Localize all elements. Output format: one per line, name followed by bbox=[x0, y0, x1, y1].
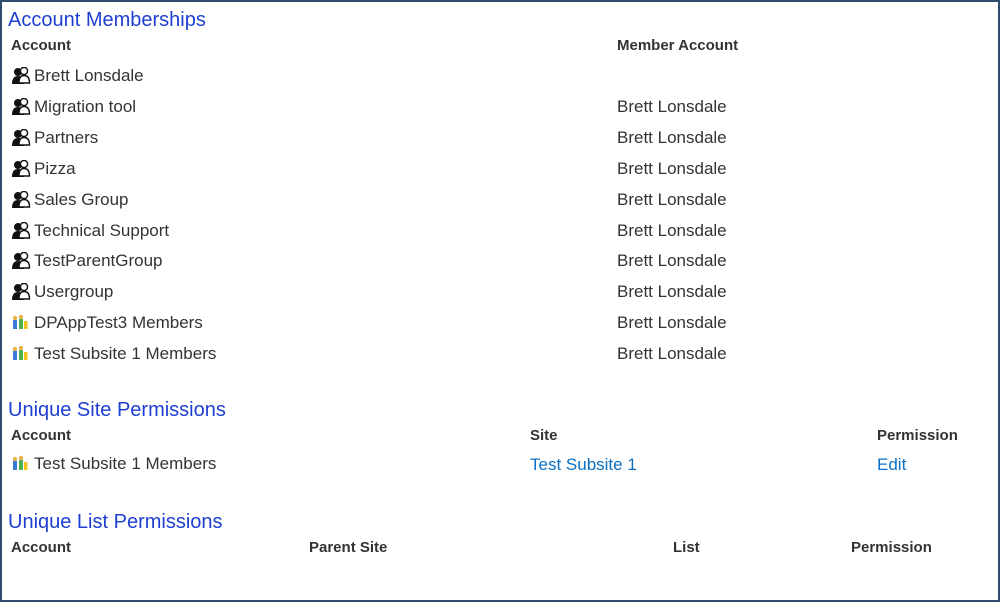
table-row-account: Partners bbox=[11, 127, 98, 149]
user-group-icon bbox=[11, 159, 31, 178]
user-group-icon bbox=[11, 190, 31, 209]
member-account: Brett Lonsdale bbox=[617, 251, 727, 271]
member-account: Brett Lonsdale bbox=[617, 127, 727, 147]
table-row-account: Pizza bbox=[11, 158, 76, 180]
member-account: Brett Lonsdale bbox=[617, 96, 727, 116]
account-name: Usergroup bbox=[34, 282, 114, 302]
account-name: Sales Group bbox=[34, 189, 129, 209]
table-row-account: Test Subsite 1 Members bbox=[11, 453, 216, 475]
account-name: TestParentGroup bbox=[34, 251, 163, 271]
section-title-site-permissions: Unique Site Permissions bbox=[8, 399, 226, 421]
column-header-permission: Permission bbox=[851, 539, 932, 556]
sharepoint-group-icon bbox=[11, 345, 31, 363]
user-group-icon bbox=[11, 282, 31, 301]
account-name: Partners bbox=[34, 127, 99, 147]
column-header-member-account: Member Account bbox=[617, 37, 739, 54]
user-group-icon bbox=[11, 66, 31, 85]
account-name: Test Subsite 1 Members bbox=[34, 344, 217, 364]
user-group-icon bbox=[11, 252, 31, 270]
table-row-account: Test Subsite 1 Members bbox=[11, 343, 216, 365]
table-row-account: Sales Group bbox=[11, 189, 129, 211]
column-header-account: Account bbox=[11, 37, 71, 54]
account-name: Pizza bbox=[34, 158, 76, 178]
account-name: Brett Lonsdale bbox=[34, 66, 144, 85]
table-row-account: DPAppTest3 Members bbox=[11, 312, 203, 334]
account-name: Technical Support bbox=[34, 220, 170, 240]
table-row-account: Technical Support bbox=[11, 220, 169, 242]
section-title-memberships: Account Memberships bbox=[8, 9, 206, 31]
column-header-account: Account bbox=[11, 539, 71, 556]
table-row-account: Brett Lonsdale bbox=[11, 65, 144, 87]
member-account: Brett Lonsdale bbox=[617, 158, 727, 178]
permissions-panel: Account Memberships Account Member Accou… bbox=[0, 0, 1000, 602]
sharepoint-group-icon bbox=[11, 314, 31, 332]
column-header-permission: Permission bbox=[877, 427, 958, 444]
member-account: Brett Lonsdale bbox=[617, 189, 727, 209]
user-group-icon bbox=[11, 128, 31, 147]
permission-link-edit[interactable]: Edit bbox=[877, 455, 906, 475]
member-account: Brett Lonsdale bbox=[617, 313, 727, 333]
column-header-list: List bbox=[673, 539, 700, 556]
member-account: Brett Lonsdale bbox=[617, 282, 727, 302]
member-account: Brett Lonsdale bbox=[617, 344, 727, 364]
member-account: Brett Lonsdale bbox=[617, 220, 727, 240]
user-group-icon bbox=[11, 97, 31, 116]
account-name: DPAppTest3 Members bbox=[34, 313, 203, 333]
section-title-list-permissions: Unique List Permissions bbox=[8, 511, 223, 533]
table-row-account: TestParentGroup bbox=[11, 250, 163, 272]
table-row-account: Usergroup bbox=[11, 281, 113, 303]
column-header-parent-site: Parent Site bbox=[309, 539, 388, 556]
column-header-site: Site bbox=[530, 427, 558, 444]
site-link[interactable]: Test Subsite 1 bbox=[530, 455, 637, 475]
user-group-icon bbox=[11, 221, 31, 240]
table-row-account: Migration tool bbox=[11, 96, 136, 118]
sharepoint-group-icon bbox=[11, 455, 31, 473]
column-header-account: Account bbox=[11, 427, 71, 444]
account-name: Migration tool bbox=[34, 96, 137, 116]
